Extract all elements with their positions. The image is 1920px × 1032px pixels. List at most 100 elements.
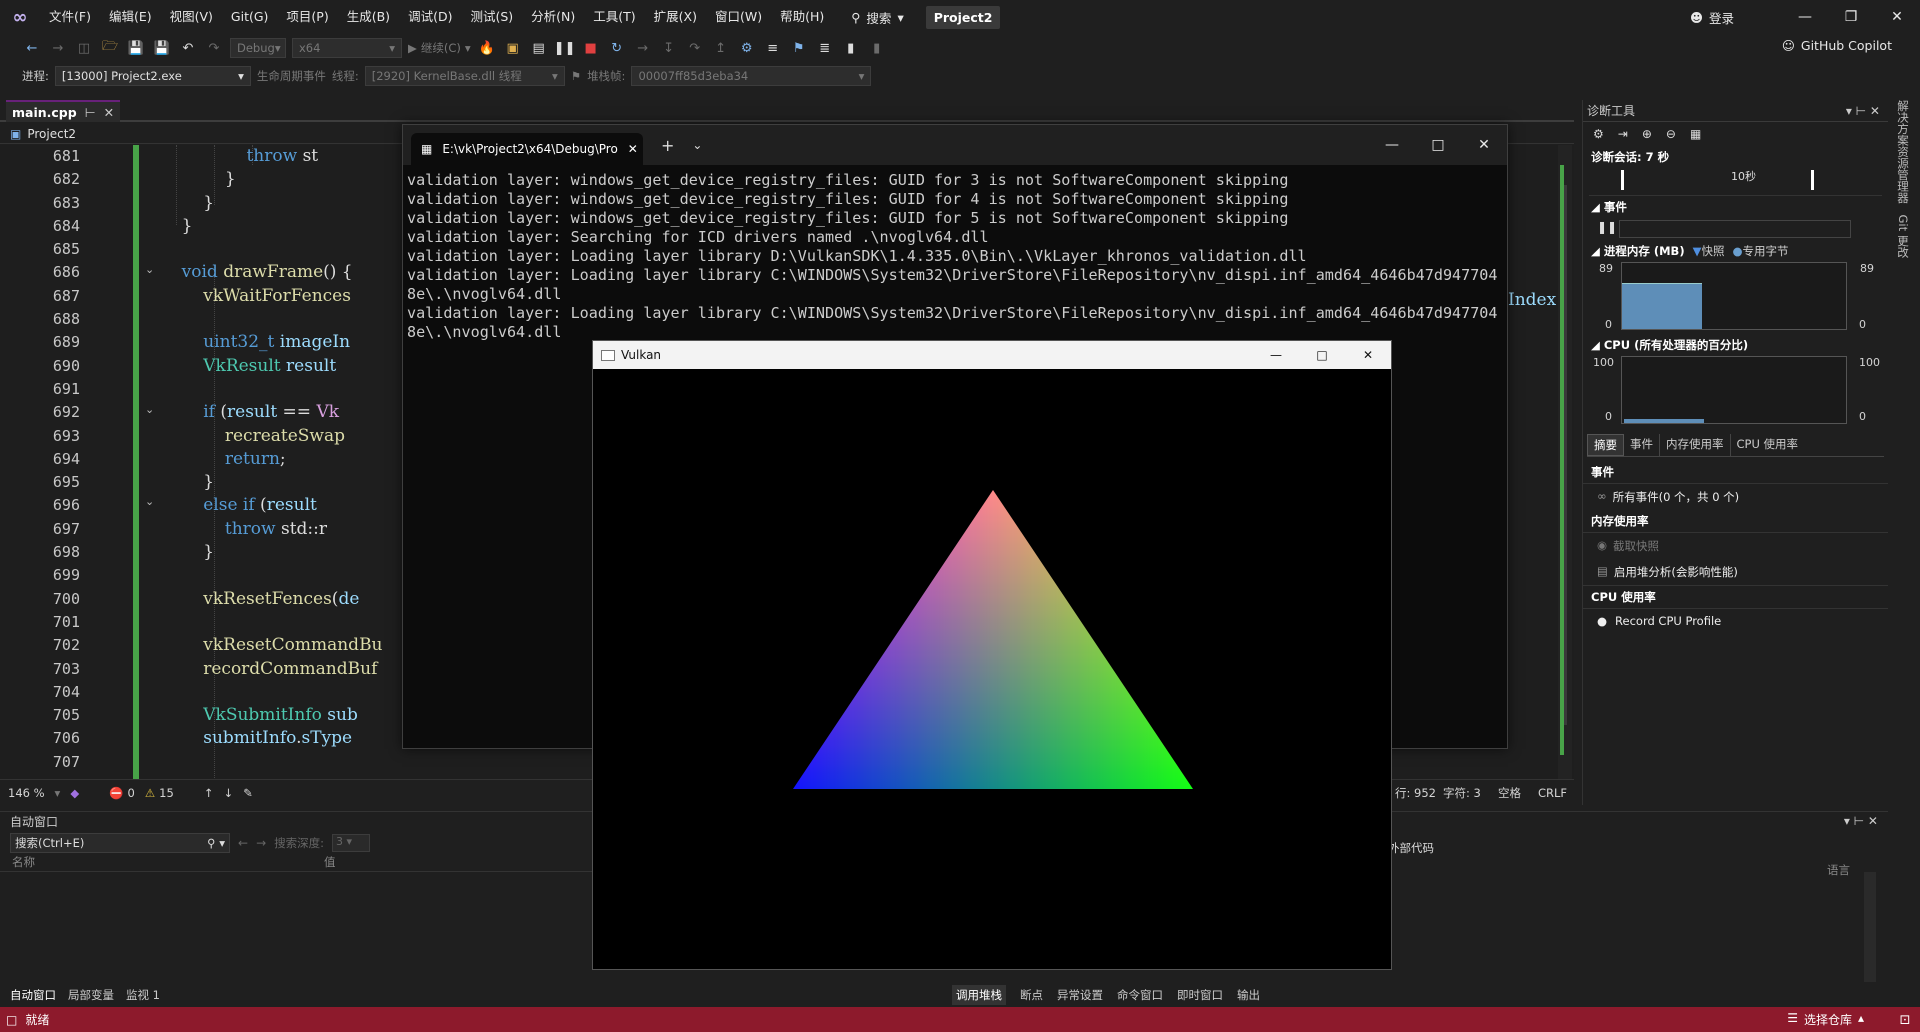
minimize-button[interactable]: — [1253, 341, 1299, 369]
step-out-icon[interactable]: ↥ [711, 38, 731, 58]
vulkan-titlebar[interactable]: Vulkan — □ ✕ [593, 341, 1391, 369]
menu-test[interactable]: 测试(S) [461, 0, 522, 34]
menu-extensions[interactable]: 扩展(X) [645, 0, 706, 34]
back-icon[interactable]: ← [22, 38, 42, 58]
panel-controls[interactable]: ▾ ⊢ ✕ [1844, 814, 1878, 828]
side-tab-solution-explorer[interactable]: 解决方案资源管理器 Git 更改 [1893, 100, 1913, 280]
forward-icon[interactable]: → [48, 38, 68, 58]
thread-select[interactable]: [2920] KernelBase.dll 线程 ▾ [364, 66, 565, 86]
panel-controls[interactable]: ▾ ⊢ ✕ [1846, 100, 1880, 122]
tab-command-window[interactable]: 命令窗口 [1117, 987, 1163, 1003]
heap-profiling-toggle[interactable]: ▤ 启用堆分析(会影响性能) [1583, 559, 1888, 586]
lifecycle-events-button[interactable]: 生命周期事件 [257, 68, 326, 84]
fold-toggle-icon[interactable]: ⌄ [145, 403, 154, 416]
take-snapshot-button[interactable]: ◉ 截取快照 [1583, 533, 1888, 559]
redo-icon[interactable]: ↷ [204, 38, 224, 58]
settings-icon[interactable]: ⚙ [1593, 127, 1604, 141]
flag-icon[interactable]: ⚑ [571, 69, 581, 83]
pin-icon[interactable]: ⊢ [85, 105, 96, 120]
back-icon[interactable]: ← [238, 836, 248, 850]
step-into-icon[interactable]: ↧ [659, 38, 679, 58]
column-name[interactable]: 名称 [0, 854, 320, 871]
restart-icon[interactable]: ↻ [607, 38, 627, 58]
zoom-level[interactable]: 146 % [8, 786, 45, 800]
forward-icon[interactable]: → [256, 836, 266, 850]
close-button[interactable]: ✕ [1874, 0, 1920, 34]
warnings-indicator[interactable]: ⚠ 15 [145, 786, 174, 800]
tab-call-stack[interactable]: 调用堆栈 [952, 985, 1006, 1005]
tab-autos[interactable]: 自动窗口 [10, 987, 56, 1003]
record-cpu-profile-button[interactable]: ● Record CPU Profile [1583, 609, 1888, 633]
configuration-select[interactable]: Debug ▾ [230, 38, 286, 58]
console-titlebar[interactable]: ▦ E:\vk\Project2\x64\Debug\Pro ✕ + ⌄ — □… [403, 125, 1507, 165]
process-select[interactable]: [13000] Project2.exe ▾ [54, 66, 251, 86]
maximize-button[interactable]: □ [1299, 341, 1345, 369]
tab-exception-settings[interactable]: 异常设置 [1057, 987, 1103, 1003]
menu-tools[interactable]: 工具(T) [584, 0, 644, 34]
step-over-icon[interactable]: ↷ [685, 38, 705, 58]
zoom-in-icon[interactable]: ⊕ [1642, 127, 1652, 141]
layout-icon[interactable]: ▤ [529, 38, 549, 58]
pause-icon[interactable]: ❚❚ [1597, 220, 1617, 234]
console-tab[interactable]: ▦ E:\vk\Project2\x64\Debug\Pro ✕ [411, 133, 643, 165]
nav-up-icon[interactable]: ↑ [204, 786, 214, 800]
menu-analyze[interactable]: 分析(N) [522, 0, 584, 34]
vertical-scrollbar[interactable] [1558, 145, 1572, 780]
tab-breakpoints[interactable]: 断点 [1020, 987, 1043, 1003]
menu-window[interactable]: 窗口(W) [706, 0, 771, 34]
column-value[interactable]: 值 [320, 854, 336, 871]
memory-chart[interactable]: 89 0 89 0 [1583, 262, 1888, 334]
all-events-link[interactable]: ∞ 所有事件(0 个，共 0 个) [1583, 484, 1888, 510]
close-button[interactable]: ✕ [1461, 125, 1507, 165]
nav-down-icon[interactable]: ↓ [223, 786, 233, 800]
tab-main-cpp[interactable]: main.cpp ⊢ ✕ [6, 100, 121, 122]
tab-summary[interactable]: 摘要 [1587, 434, 1624, 456]
select-repository-button[interactable]: ☰ 选择仓库 ▴ [1787, 1011, 1864, 1028]
menu-edit[interactable]: 编辑(E) [100, 0, 161, 34]
stop-icon[interactable]: ■ [581, 38, 601, 58]
menu-help[interactable]: 帮助(H) [771, 0, 833, 34]
errors-indicator[interactable]: ⛔ 0 [109, 786, 135, 800]
new-item-icon[interactable]: ◫ [74, 38, 94, 58]
indent-mode[interactable]: 空格 [1498, 785, 1521, 801]
tab-memory[interactable]: 内存使用率 [1660, 434, 1731, 456]
stack-frame-select[interactable]: 00007ff85d3eba34 ▾ [631, 66, 872, 86]
notifications-icon[interactable]: ⚀ [1900, 1013, 1910, 1027]
project-dropdown[interactable]: Project2 [27, 127, 76, 141]
diagnostic-icon[interactable]: ⚙ [737, 38, 757, 58]
browse-icon[interactable]: ▣ [503, 38, 523, 58]
chart-icon[interactable]: ▦ [1690, 127, 1701, 141]
open-folder-icon[interactable]: 🗁 [100, 38, 120, 58]
autos-search-input[interactable]: 搜索(Ctrl+E) ⚲ ▾ [10, 833, 230, 853]
tab-cpu[interactable]: CPU 使用率 [1731, 434, 1805, 456]
tab-locals[interactable]: 局部变量 [68, 987, 114, 1003]
pause-icon[interactable]: ❚❚ [554, 38, 576, 58]
hot-reload-icon[interactable]: 🔥 [477, 38, 497, 58]
timeline-ruler[interactable]: 10秒 [1589, 168, 1882, 196]
save-all-icon[interactable]: 💾 [152, 38, 172, 58]
fold-toggle-icon[interactable]: ⌄ [145, 263, 154, 276]
show-next-statement-icon[interactable]: → [633, 38, 653, 58]
menu-debug[interactable]: 调试(D) [399, 0, 461, 34]
platform-select[interactable]: x64 ▾ [292, 38, 402, 58]
search-button[interactable]: ⚲ 搜索 ▾ [843, 8, 911, 27]
vulkan-window[interactable]: Vulkan — □ ✕ [592, 340, 1392, 970]
bookmark-toggle-icon[interactable]: ▮ [841, 38, 861, 58]
intellicode-icon[interactable]: ◆ [70, 786, 79, 800]
continue-button[interactable]: ▶ 继续(C) ▾ [408, 40, 471, 56]
menu-project[interactable]: 项目(P) [277, 0, 337, 34]
login-button[interactable]: ☻ 登录 [1690, 8, 1734, 27]
github-copilot-button[interactable]: ☺ GitHub Copilot [1782, 38, 1892, 53]
menu-build[interactable]: 生成(B) [338, 0, 399, 34]
tab-watch[interactable]: 监视 1 [126, 987, 160, 1003]
fold-toggle-icon[interactable]: ⌄ [145, 495, 154, 508]
menu-view[interactable]: 视图(V) [161, 0, 222, 34]
minimize-button[interactable]: — [1369, 125, 1415, 165]
menu-git[interactable]: Git(G) [222, 0, 278, 34]
menu-file[interactable]: 文件(F) [40, 0, 100, 34]
export-icon[interactable]: ⇥ [1618, 127, 1628, 141]
restore-button[interactable]: ❐ [1828, 0, 1874, 34]
comment-icon[interactable]: ≣ [815, 38, 835, 58]
search-depth-select[interactable]: 3 ▾ [332, 834, 370, 852]
tab-events[interactable]: 事件 [1624, 434, 1660, 456]
